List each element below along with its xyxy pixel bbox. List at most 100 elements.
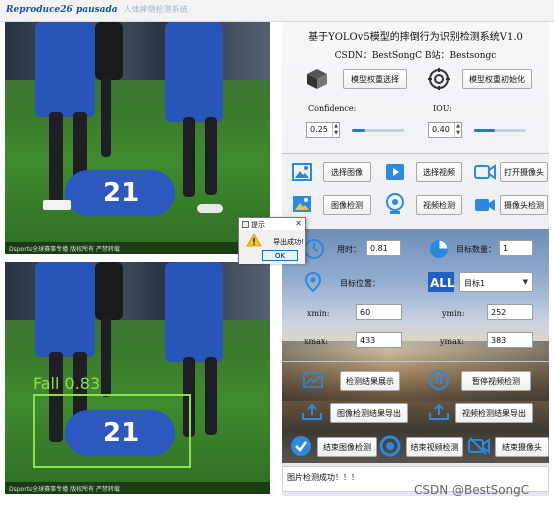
referee-leg	[101, 317, 111, 397]
detection-box	[33, 394, 191, 468]
footer-watermark: CSDN @BestSongC	[414, 483, 530, 497]
all-icon: ALL	[428, 272, 454, 292]
player-left	[35, 262, 95, 357]
spin-arrows-icon[interactable]: ▲ ▼	[332, 123, 339, 137]
player-leg	[205, 357, 217, 435]
dialog-titlebar: 提示 ✕	[239, 218, 305, 230]
model-init-button[interactable]: 模型权重初始化	[462, 69, 532, 89]
detect-image-button[interactable]: 图像检测	[323, 195, 371, 215]
pause-video-button[interactable]: 暂停视频检测	[461, 371, 531, 391]
iou-slider-fill	[474, 129, 495, 132]
confidence-slider[interactable]	[352, 129, 404, 132]
video-watermark: Dsports全球赛事专播 版权所有 严禁转载	[5, 482, 270, 494]
export-dialog: 提示 ✕ 导出成功! OK	[238, 217, 306, 264]
player-right	[165, 262, 223, 362]
player-leg	[49, 112, 63, 202]
close-icon[interactable]: ✕	[295, 219, 302, 228]
player-right	[165, 22, 223, 122]
svg-text:ALL: ALL	[430, 276, 454, 290]
referee-leg	[101, 77, 111, 157]
player-shoe	[197, 204, 223, 213]
image-icon	[292, 163, 312, 181]
referee	[95, 22, 123, 80]
iou-label: IOU:	[433, 104, 452, 113]
window-title-ghost: 人体摔倒检测系统	[123, 5, 188, 14]
upload-video-icon	[429, 403, 449, 420]
cube-icon	[307, 69, 327, 89]
window-titlebar: Reproduce26 pausada 人体摔倒检测系统	[0, 0, 554, 22]
export-image-button[interactable]: 图像检测结果导出	[330, 403, 408, 423]
time-field: 0.81	[366, 240, 401, 256]
time-label: 用时：	[337, 245, 361, 254]
dialog-title: 提示	[251, 221, 265, 229]
xmax-field: 433	[356, 332, 402, 348]
target-select[interactable]: 目标1 ▼	[459, 272, 533, 292]
divider	[282, 361, 549, 362]
dialog-body: 导出成功! OK	[239, 230, 305, 264]
iou-spinbox[interactable]: 0.40 ▲ ▼	[428, 122, 462, 138]
select-image-button[interactable]: 选择图像	[323, 162, 371, 182]
select-video-button[interactable]: 选择视频	[416, 162, 462, 182]
location-pin-icon	[305, 272, 321, 292]
spin-arrows-icon[interactable]: ▲ ▼	[454, 123, 461, 137]
open-camera-button[interactable]: 打开摄像头	[500, 162, 548, 182]
warning-icon	[246, 233, 262, 247]
pause-icon	[429, 370, 449, 390]
confidence-spinbox[interactable]: 0.25 ▲ ▼	[306, 122, 340, 138]
detection-label: Fall 0.83	[33, 374, 101, 393]
confidence-slider-fill	[352, 129, 365, 132]
ymax-field: 383	[487, 332, 533, 348]
window-title: Reproduce26 pausada 人体摔倒检测系统	[6, 5, 188, 15]
target-select-value: 目标1	[464, 279, 486, 288]
count-label: 目标数量：	[456, 245, 496, 254]
count-field: 1	[499, 240, 533, 256]
dialog-ok-button[interactable]: OK	[262, 250, 298, 261]
video-watermark: Dsports全球赛事专播 版权所有 严禁转载	[5, 242, 270, 254]
referee	[95, 262, 123, 320]
original-image-view: 21 Dsports全球赛事专播 版权所有 严禁转载	[5, 22, 270, 254]
end-video-button[interactable]: 结束视频检测	[406, 437, 463, 457]
end-image-button[interactable]: 结束图像检测	[317, 437, 377, 457]
check-circle-icon	[291, 436, 311, 456]
player-leg	[183, 117, 195, 197]
author-line: CSDN：BestSongC B站：Bestsongc	[334, 51, 497, 61]
camera-off-icon	[468, 437, 490, 455]
confidence-label: Confidence:	[308, 104, 357, 113]
export-video-button[interactable]: 视频检测结果导出	[455, 403, 533, 423]
app-icon	[242, 221, 249, 228]
app-heading: 基于YOLOv5模型的摔倒行为识别检测系统V1.0	[308, 32, 523, 43]
iou-value: 0.40	[432, 125, 450, 134]
divider	[282, 153, 549, 154]
show-results-button[interactable]: 检测结果展示	[340, 371, 400, 391]
clock-icon	[304, 239, 324, 259]
chevron-down-icon: ▼	[522, 278, 528, 286]
line-chart-icon	[303, 372, 323, 388]
target-icon	[428, 68, 450, 90]
player-leg	[205, 117, 217, 195]
camera-icon	[474, 164, 496, 180]
detect-video-button[interactable]: 视频检测	[416, 195, 462, 215]
end-camera-button[interactable]: 结束摄像头	[495, 437, 549, 457]
video-camera-icon	[475, 199, 495, 211]
xmax-label: xmax:	[304, 337, 329, 346]
stop-circle-icon	[379, 435, 401, 457]
dialog-message: 导出成功!	[273, 238, 304, 246]
model-select-button[interactable]: 模型权重选择	[343, 69, 407, 89]
video-file-icon	[386, 164, 404, 180]
detect-camera-button[interactable]: 摄像头检测	[500, 195, 548, 215]
ymin-label: ymin:	[442, 309, 465, 318]
player-sock	[43, 200, 71, 210]
xmin-field: 60	[356, 304, 402, 320]
pie-chart-icon	[430, 239, 449, 258]
jersey-number: 21	[103, 178, 140, 208]
ymin-field: 252	[487, 304, 533, 320]
ymax-label: ymax:	[440, 337, 465, 346]
xmin-label: xmin:	[307, 309, 330, 318]
position-label: 目标位置：	[340, 279, 380, 288]
image-detect-icon	[293, 196, 311, 212]
webcam-icon	[386, 193, 404, 214]
upload-image-icon	[302, 403, 322, 420]
iou-slider[interactable]	[474, 129, 526, 132]
confidence-value: 0.25	[310, 125, 328, 134]
player-left	[35, 22, 95, 117]
